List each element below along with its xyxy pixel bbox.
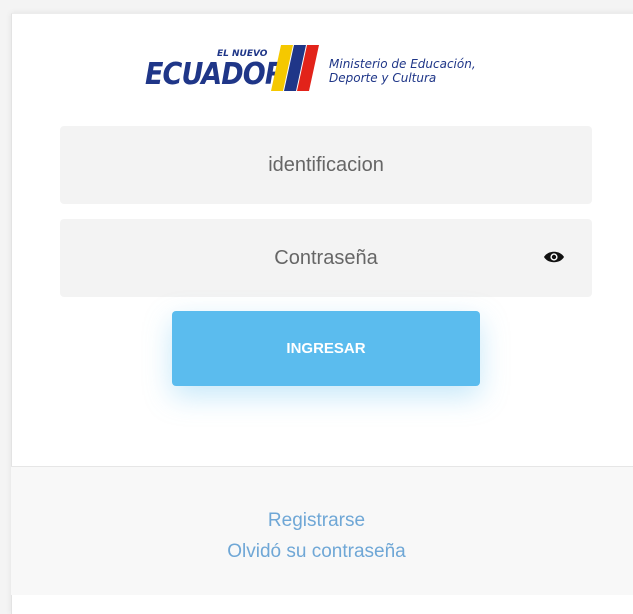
identification-placeholder: identificacion: [268, 153, 384, 176]
register-link[interactable]: Registrarse: [0, 510, 633, 532]
ingresar-button-label: INGRESAR: [286, 340, 366, 357]
ingresar-button[interactable]: INGRESAR: [172, 311, 480, 386]
logo-ministry-text: Ministerio de Educación, Deporte y Cultu…: [329, 57, 476, 85]
identification-field[interactable]: identificacion: [60, 126, 592, 204]
forgot-password-link[interactable]: Olvidó su contraseña: [0, 541, 633, 563]
ministry-logo: EL NUEVO ECUADOR Ministerio de Educación…: [145, 45, 525, 95]
password-field[interactable]: Contraseña: [60, 219, 592, 297]
logo-ecuador-text: ECUADOR: [145, 57, 286, 92]
footer-divider: [11, 466, 633, 467]
password-placeholder: Contraseña: [274, 246, 378, 269]
eye-icon[interactable]: [543, 250, 565, 264]
logo-stripes-icon: [271, 45, 319, 91]
